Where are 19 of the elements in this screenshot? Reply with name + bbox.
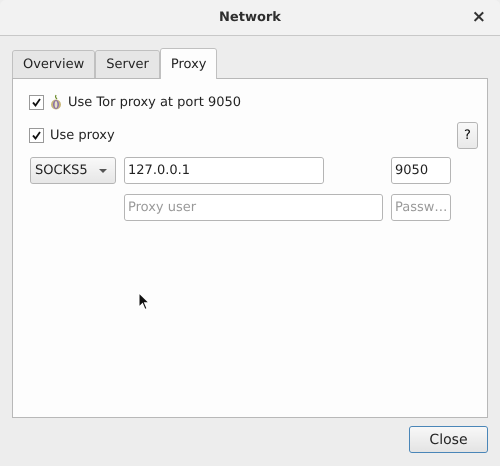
password-field[interactable]: Passw…: [391, 194, 451, 221]
close-button[interactable]: ×: [470, 8, 488, 26]
port-field[interactable]: 9050: [391, 157, 451, 184]
user-field[interactable]: Proxy user: [124, 194, 383, 221]
cursor-icon: [138, 292, 150, 311]
host-field[interactable]: 127.0.0.1: [124, 157, 324, 184]
checkbox-label: Use Tor proxy at port 9050: [68, 94, 242, 110]
tab[interactable]: Overview: [12, 50, 96, 78]
help-button[interactable]: ?: [457, 122, 478, 148]
onion-icon: [50, 94, 62, 110]
checkbox-label: Use proxy: [50, 128, 115, 142]
checkbox[interactable]: [29, 128, 44, 142]
close-dialog-button[interactable]: Close: [409, 426, 488, 453]
tab[interactable]: Proxy: [160, 48, 218, 79]
tab[interactable]: Server: [95, 50, 160, 78]
caret-icon: [99, 168, 107, 172]
checkbox[interactable]: [29, 94, 44, 110]
proxy-type-dropdown[interactable]: SOCKS5: [30, 157, 116, 184]
window-title: Network: [219, 10, 281, 25]
